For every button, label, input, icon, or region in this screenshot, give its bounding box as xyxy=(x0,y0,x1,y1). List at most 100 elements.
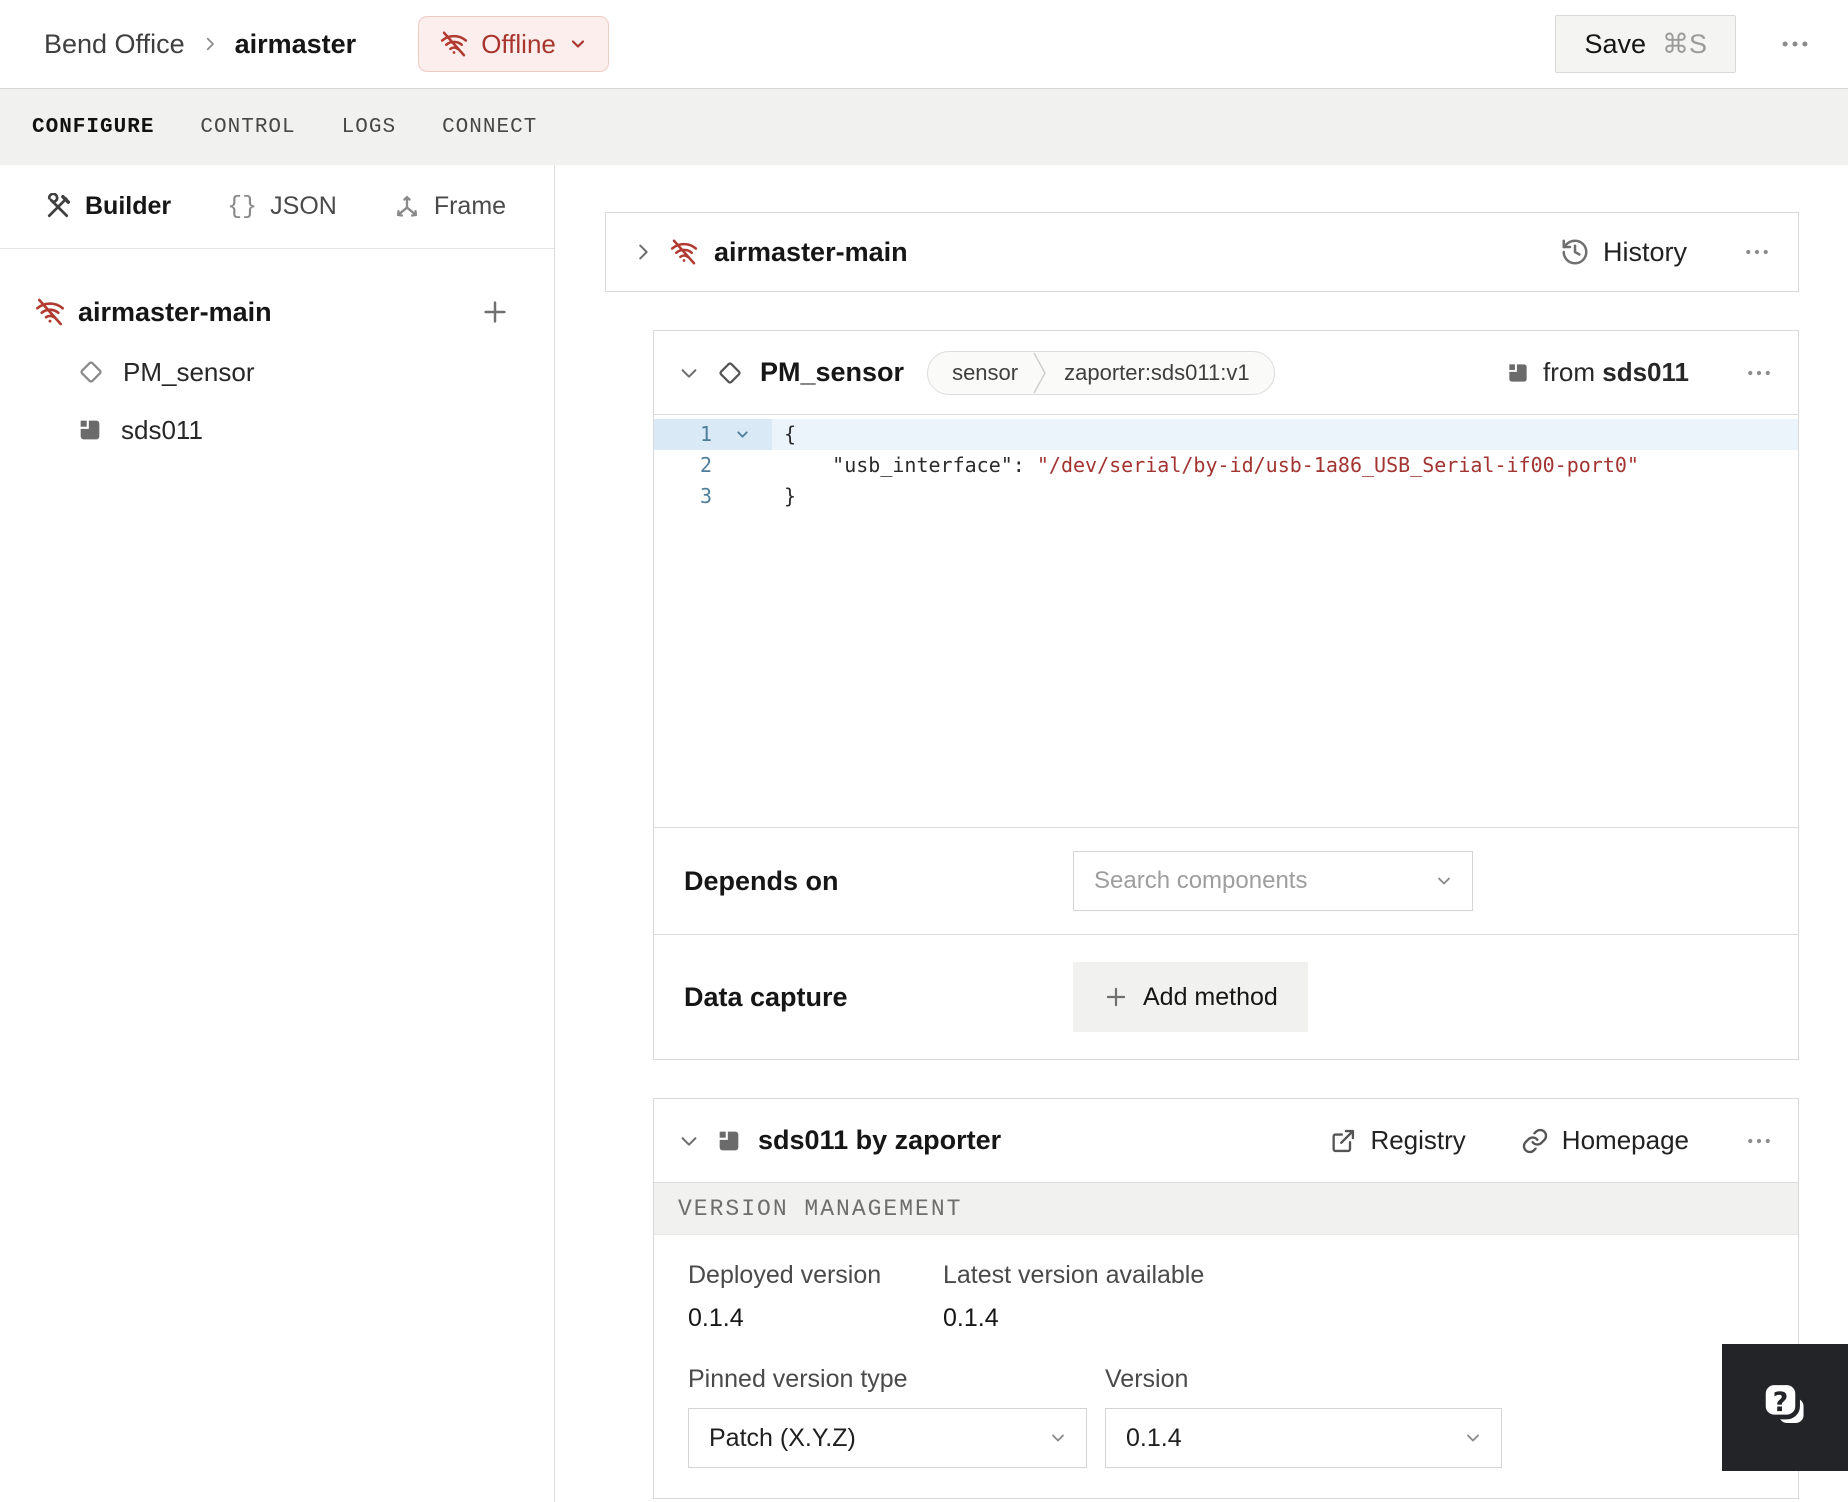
top-bar: Bend Office airmaster Offline Save ⌘S xyxy=(0,0,1848,88)
history-icon xyxy=(1560,237,1590,267)
code-line[interactable]: 2 "usb_interface": "/dev/serial/by-id/us… xyxy=(654,450,1798,481)
from-module-link[interactable]: from sds011 xyxy=(1505,357,1689,388)
chevron-right-icon xyxy=(201,35,219,53)
view-frame[interactable]: Frame xyxy=(393,192,506,221)
breadcrumb-location[interactable]: Bend Office xyxy=(44,29,185,60)
registry-link[interactable]: Registry xyxy=(1329,1125,1466,1156)
module-card-header: sds011 by zaporter Registry Homepage xyxy=(654,1099,1798,1183)
tab-logs[interactable]: LOGS xyxy=(342,116,396,139)
code-gutter: 3 xyxy=(654,481,772,512)
config-sidebar: Builder {} JSON Frame airmaster-main PM_… xyxy=(0,165,555,1502)
tab-configure[interactable]: CONFIGURE xyxy=(32,116,154,139)
svg-text:?: ? xyxy=(1773,1386,1789,1417)
component-tree: airmaster-main PM_sensor sds011 xyxy=(0,249,554,459)
tree-child-label: PM_sensor xyxy=(123,356,255,387)
chevron-right-icon[interactable] xyxy=(632,241,654,263)
tab-connect[interactable]: CONNECT xyxy=(442,116,537,139)
view-builder[interactable]: Builder xyxy=(44,192,171,221)
component-card-pm-sensor: PM_sensor sensor zaporter:sds011:v1 from… xyxy=(653,330,1799,1060)
module-icon xyxy=(76,416,104,444)
chevron-down-icon[interactable] xyxy=(678,1130,700,1152)
machine-card-title: airmaster-main xyxy=(714,236,908,267)
module-title: sds011 by zaporter xyxy=(758,1125,1002,1155)
chevron-down-icon xyxy=(1463,1428,1483,1448)
data-capture-section: Data capture Add method xyxy=(654,934,1798,1059)
type-badge-segment: sensor xyxy=(952,359,1019,385)
breadcrumb: Bend Office airmaster xyxy=(44,29,356,60)
pinned-version-type-select[interactable]: Patch (X.Y.Z) xyxy=(688,1408,1087,1468)
add-method-label: Add method xyxy=(1143,982,1278,1011)
status-label: Offline xyxy=(481,28,556,59)
code-text: "usb_interface": "/dev/serial/by-id/usb-… xyxy=(832,453,1639,477)
chevron-down-icon[interactable] xyxy=(678,362,700,384)
machine-status-dropdown[interactable]: Offline xyxy=(418,16,609,72)
component-name: PM_sensor xyxy=(760,357,905,387)
page-body: Builder {} JSON Frame airmaster-main PM_… xyxy=(0,165,1848,1502)
line-number: 3 xyxy=(699,484,712,508)
tree-item-pm-sensor[interactable]: PM_sensor xyxy=(0,343,554,401)
depends-on-select[interactable]: Search components xyxy=(1073,851,1473,911)
tools-icon xyxy=(44,192,72,221)
registry-label: Registry xyxy=(1370,1125,1466,1155)
depends-on-section: Depends on Search components xyxy=(654,827,1798,934)
wifi-off-icon xyxy=(34,296,66,328)
version-management-body: Deployed version 0.1.4 Latest version av… xyxy=(654,1235,1798,1498)
depends-on-label: Depends on xyxy=(684,865,839,896)
tree-item-machine[interactable]: airmaster-main xyxy=(0,281,554,343)
braces-icon: {} xyxy=(227,192,258,221)
depends-on-placeholder: Search components xyxy=(1094,867,1308,894)
view-frame-label: Frame xyxy=(433,192,507,220)
component-type-badge: sensor zaporter:sds011:v1 xyxy=(927,350,1275,395)
view-json-label: JSON xyxy=(270,192,337,220)
plus-icon xyxy=(1103,984,1129,1010)
component-card-header: PM_sensor sensor zaporter:sds011:v1 from… xyxy=(654,331,1798,415)
link-icon xyxy=(1521,1127,1549,1155)
more-menu-icon[interactable] xyxy=(1742,237,1772,267)
version-management-band: VERSION MANAGEMENT xyxy=(654,1183,1798,1235)
badge-chevron-divider xyxy=(1032,352,1048,394)
deployed-version-group: Deployed version 0.1.4 xyxy=(688,1261,943,1333)
from-module-text: from sds011 xyxy=(1543,357,1689,387)
code-line[interactable]: 3 } xyxy=(654,481,1798,512)
pinned-version-type-group: Pinned version type Patch (X.Y.Z) xyxy=(688,1365,1105,1468)
history-button[interactable]: History xyxy=(1560,237,1687,268)
latest-version-group: Latest version available 0.1.4 xyxy=(943,1261,1204,1333)
save-shortcut: ⌘S xyxy=(1661,28,1707,59)
more-menu-icon[interactable] xyxy=(1778,27,1812,61)
code-text: { xyxy=(784,422,797,446)
chevron-down-icon xyxy=(1434,871,1454,891)
save-button[interactable]: Save ⌘S xyxy=(1555,15,1736,73)
code-gutter: 2 xyxy=(654,450,772,481)
homepage-link[interactable]: Homepage xyxy=(1521,1125,1689,1156)
tab-control[interactable]: CONTROL xyxy=(200,116,295,139)
code-line[interactable]: 1 { xyxy=(654,419,1798,450)
latest-version-label: Latest version available xyxy=(943,1261,1205,1289)
wifi-off-icon xyxy=(669,237,699,267)
json-string-value: "/dev/serial/by-id/usb-1a86_USB_Serial-i… xyxy=(1036,453,1639,477)
tree-machine-label: airmaster-main xyxy=(78,296,272,327)
version-select[interactable]: 0.1.4 xyxy=(1105,1408,1502,1468)
add-component-button[interactable] xyxy=(480,297,510,327)
tree-item-sds011[interactable]: sds011 xyxy=(0,401,554,459)
data-capture-label: Data capture xyxy=(684,981,848,1012)
view-toggle: Builder {} JSON Frame xyxy=(0,165,554,249)
add-method-button[interactable]: Add method xyxy=(1073,962,1308,1032)
model-badge-segment: zaporter:sds011:v1 xyxy=(1064,359,1250,385)
view-json[interactable]: {} JSON xyxy=(227,192,337,221)
homepage-label: Homepage xyxy=(1561,1125,1689,1155)
more-menu-icon[interactable] xyxy=(1744,358,1774,388)
axes-3d-icon xyxy=(393,193,421,221)
code-gutter: 1 xyxy=(654,419,772,450)
pinned-version-type-value: Patch (X.Y.Z) xyxy=(709,1423,856,1452)
version-value: 0.1.4 xyxy=(1126,1423,1182,1452)
history-label: History xyxy=(1602,236,1687,267)
more-menu-icon[interactable] xyxy=(1744,1126,1774,1156)
deployed-version-label: Deployed version xyxy=(688,1261,882,1289)
component-diamond-icon xyxy=(76,357,106,387)
fold-chevron-icon[interactable] xyxy=(712,419,772,450)
app-window: Bend Office airmaster Offline Save ⌘S CO… xyxy=(0,0,1848,1502)
attributes-code-editor[interactable]: 1 { 2 "usb_interface": "/dev/serial/by-i… xyxy=(654,415,1798,827)
help-button[interactable]: ? xyxy=(1722,1344,1848,1471)
latest-version-value: 0.1.4 xyxy=(943,1304,999,1332)
